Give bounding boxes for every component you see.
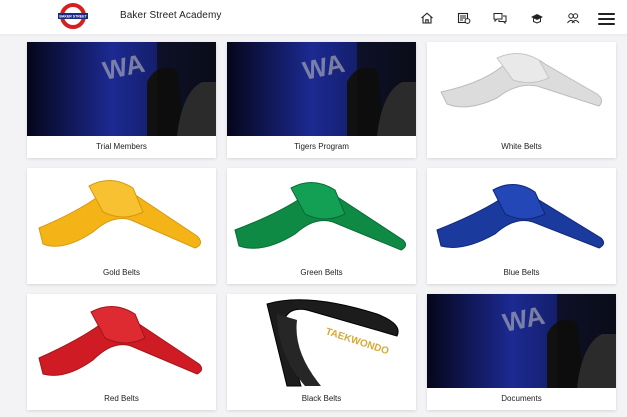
card-image: WA bbox=[227, 42, 416, 136]
card-image bbox=[227, 168, 416, 262]
home-icon[interactable] bbox=[420, 12, 434, 24]
card-image: WA bbox=[427, 294, 616, 388]
category-card-trial-members[interactable]: WA Trial Members bbox=[27, 42, 216, 158]
category-card-red-belts[interactable]: Red Belts bbox=[27, 294, 216, 410]
card-image bbox=[27, 294, 216, 388]
messages-icon[interactable] bbox=[493, 12, 507, 24]
card-image bbox=[27, 168, 216, 262]
category-card-documents[interactable]: WA Documents bbox=[427, 294, 616, 410]
card-image: WA bbox=[27, 42, 216, 136]
card-label: Red Belts bbox=[104, 394, 139, 403]
members-icon[interactable] bbox=[566, 12, 580, 24]
card-label: Trial Members bbox=[96, 142, 147, 151]
card-image bbox=[427, 168, 616, 262]
page-title: Baker Street Academy bbox=[120, 10, 222, 21]
hamburger-menu-icon[interactable] bbox=[598, 13, 615, 25]
category-grid: WA Trial Members WA Tigers Program White… bbox=[0, 34, 627, 417]
card-label: Gold Belts bbox=[103, 268, 140, 277]
card-label: Blue Belts bbox=[503, 268, 540, 277]
category-card-gold-belts[interactable]: Gold Belts bbox=[27, 168, 216, 284]
top-bar: BAKER STREET Baker Street Academy bbox=[0, 0, 627, 34]
category-card-blue-belts[interactable]: Blue Belts bbox=[427, 168, 616, 284]
card-label: Green Belts bbox=[300, 268, 343, 277]
category-card-tigers-program[interactable]: WA Tigers Program bbox=[227, 42, 416, 158]
card-label: White Belts bbox=[501, 142, 542, 151]
category-card-black-belts[interactable]: TAEKWONDO Black Belts bbox=[227, 294, 416, 410]
classes-icon[interactable] bbox=[530, 12, 544, 24]
card-label: Black Belts bbox=[301, 394, 342, 403]
card-image: TAEKWONDO bbox=[227, 294, 416, 388]
card-label: Documents bbox=[501, 394, 542, 403]
logo-text: BAKER STREET bbox=[59, 15, 87, 19]
schedule-icon[interactable] bbox=[457, 12, 471, 24]
card-label: Tigers Program bbox=[294, 142, 349, 151]
category-card-green-belts[interactable]: Green Belts bbox=[227, 168, 416, 284]
academy-logo[interactable]: BAKER STREET bbox=[58, 3, 88, 29]
card-image bbox=[427, 42, 616, 136]
category-card-white-belts[interactable]: White Belts bbox=[427, 42, 616, 158]
